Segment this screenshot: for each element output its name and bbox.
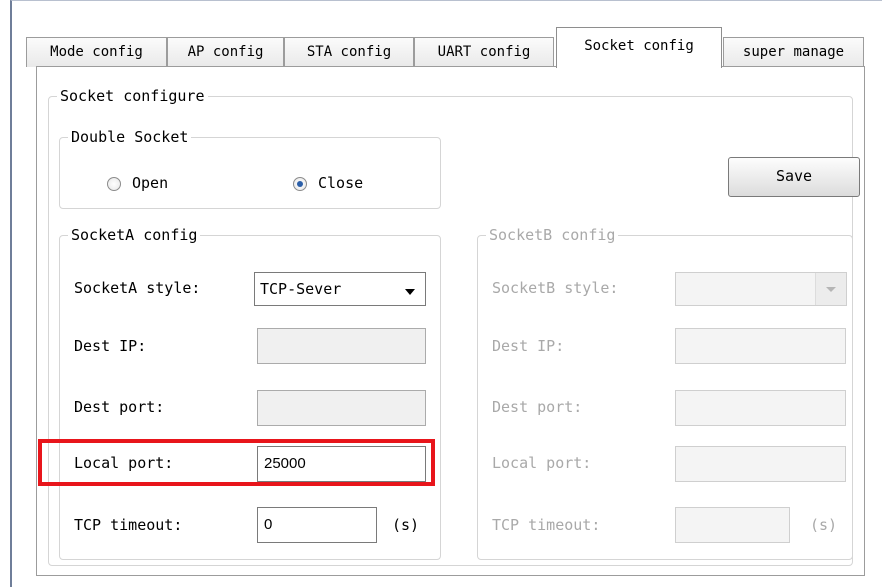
socketa-style-select[interactable]: TCP-Sever xyxy=(254,272,426,306)
socketb-local-port-field[interactable] xyxy=(675,446,846,482)
tab-label: STA config xyxy=(306,44,392,60)
tab-label: AP config xyxy=(187,44,264,60)
tab-ap-config[interactable]: AP config xyxy=(167,37,284,67)
dest-ip-label: Dest IP: xyxy=(74,337,147,355)
local-port-field[interactable]: 25000 xyxy=(257,446,426,482)
tab-super-manage[interactable]: super manage xyxy=(723,37,864,67)
socketb-local-port-label: Local port: xyxy=(492,454,592,472)
socketb-dest-ip-field[interactable] xyxy=(675,328,846,364)
socketb-config-group: SocketB config SocketB style: Dest IP: D… xyxy=(477,225,853,560)
tcp-timeout-label: TCP timeout: xyxy=(74,516,183,534)
socketa-style-value: TCP-Sever xyxy=(260,280,342,298)
tab-label: Socket config xyxy=(584,38,694,54)
save-button[interactable]: Save xyxy=(728,157,860,197)
local-port-label: Local port: xyxy=(74,454,174,472)
dropdown-button[interactable] xyxy=(815,273,846,305)
open-radio[interactable] xyxy=(107,177,121,191)
tab-uart-config[interactable]: UART config xyxy=(414,37,554,67)
chevron-down-icon[interactable] xyxy=(405,289,415,295)
close-radio-label[interactable]: Close xyxy=(318,174,363,192)
socketa-config-title: SocketA config xyxy=(68,225,201,245)
tab-label: Mode config xyxy=(50,44,143,60)
close-radio[interactable] xyxy=(293,177,307,191)
open-radio-label[interactable]: Open xyxy=(132,174,168,192)
dest-port-label: Dest port: xyxy=(74,398,165,416)
socketa-style-label: SocketA style: xyxy=(74,279,201,297)
tab-socket-config[interactable]: Socket config xyxy=(556,27,722,68)
dest-ip-field[interactable] xyxy=(257,328,426,364)
socket-config-page: Socket configure Double Socket Open Clos… xyxy=(36,66,865,576)
socketb-tcp-timeout-label: TCP timeout: xyxy=(492,516,601,534)
tab-mode-config[interactable]: Mode config xyxy=(26,37,167,67)
local-port-value: 25000 xyxy=(264,455,306,472)
socketb-config-title: SocketB config xyxy=(486,225,619,245)
dest-port-field[interactable] xyxy=(257,390,426,426)
tcp-timeout-value: 0 xyxy=(264,516,273,533)
socketb-dest-ip-label: Dest IP: xyxy=(492,337,565,355)
tab-label: super manage xyxy=(742,44,845,60)
socketa-config-group: SocketA config SocketA style: TCP-Sever … xyxy=(59,225,441,560)
chevron-down-icon xyxy=(826,287,836,292)
socket-configure-title: Socket configure xyxy=(57,86,208,106)
socketb-style-select[interactable] xyxy=(675,272,847,306)
socketb-style-label: SocketB style: xyxy=(492,279,619,297)
socketb-dest-port-field[interactable] xyxy=(675,390,846,426)
socketb-timeout-unit-label: (s) xyxy=(810,516,838,534)
double-socket-title: Double Socket xyxy=(68,127,192,147)
tcp-timeout-field[interactable]: 0 xyxy=(257,507,377,543)
double-socket-group: Double Socket Open Close xyxy=(59,127,441,209)
tab-sta-config[interactable]: STA config xyxy=(284,37,414,67)
timeout-unit-label: (s) xyxy=(392,516,420,534)
tab-label: UART config xyxy=(437,44,531,60)
socketb-tcp-timeout-field[interactable] xyxy=(675,507,790,543)
socketb-dest-port-label: Dest port: xyxy=(492,398,583,416)
